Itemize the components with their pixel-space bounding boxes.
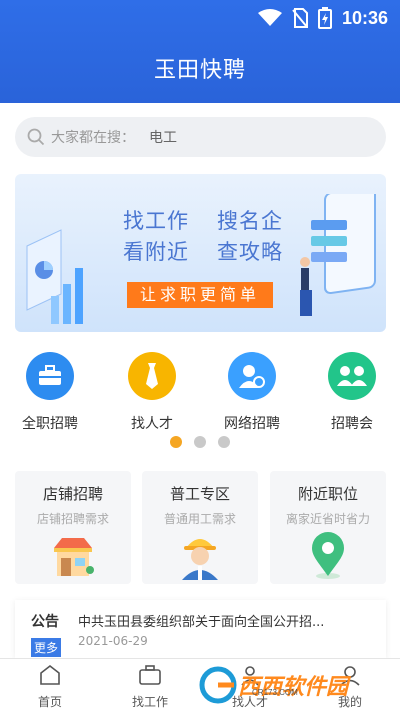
location-pin-icon — [312, 532, 344, 579]
app-header: 10:36 玉田快聘 — [0, 0, 400, 103]
card-shop-jobs[interactable]: 店铺招聘 店铺招聘需求 — [15, 471, 131, 584]
notice-title[interactable]: 中共玉田县委组织部关于面向全国公开招... — [78, 611, 378, 630]
card-subtitle: 离家近省时省力 — [285, 512, 370, 526]
tie-icon — [128, 352, 176, 400]
tab-label: 找工作 — [131, 695, 168, 709]
carousel-dots[interactable] — [0, 436, 400, 448]
tab-home[interactable]: 首页 — [0, 663, 100, 710]
banner-line2-left: 看附近 — [123, 240, 189, 264]
page-title: 玉田快聘 — [153, 58, 246, 83]
worker-icon — [182, 539, 218, 580]
briefcase-icon — [26, 352, 74, 400]
no-sim-icon — [292, 8, 308, 28]
page-dot-active[interactable] — [170, 436, 182, 448]
card-title: 普工专区 — [169, 485, 230, 503]
card-subtitle: 普通用工需求 — [163, 512, 236, 526]
page-dot[interactable] — [194, 436, 206, 448]
notice-date: 2021-06-29 — [78, 634, 148, 648]
person-network-icon — [228, 352, 276, 400]
card-subtitle: 店铺招聘需求 — [36, 512, 109, 526]
banner-cta: 让求职更简单 — [127, 282, 273, 308]
card-general-labor[interactable]: 普工专区 普通用工需求 — [142, 471, 258, 584]
briefcase-icon — [139, 665, 161, 685]
page-dot[interactable] — [218, 436, 230, 448]
nav-label: 找人才 — [131, 416, 173, 432]
wifi-icon — [257, 9, 282, 26]
nav-jobfair[interactable]: 招聘会 — [312, 352, 392, 433]
status-bar: 10:36 — [257, 6, 388, 30]
nav-talent[interactable]: 找人才 — [112, 352, 192, 433]
more-button[interactable]: 更多 — [31, 638, 62, 657]
banner-line1-left: 找工作 — [123, 209, 189, 233]
card-nearby-jobs[interactable]: 附近职位 离家近省时省力 — [270, 471, 386, 584]
banner-line1-right: 搜名企 — [217, 209, 283, 233]
search-icon — [27, 128, 45, 146]
crowd-icon — [328, 352, 376, 400]
search-suggestion[interactable]: 电工 — [149, 127, 177, 147]
tab-label: 首页 — [37, 695, 62, 709]
nav-online[interactable]: 网络招聘 — [212, 352, 292, 433]
nav-label: 招聘会 — [331, 416, 373, 432]
phone-illustration — [300, 194, 376, 316]
card-title: 店铺招聘 — [42, 485, 103, 503]
clock: 10:36 — [341, 7, 388, 28]
search-hint: 大家都在搜： — [51, 130, 135, 146]
shop-icon — [54, 538, 94, 576]
card-title: 附近职位 — [297, 485, 358, 503]
nav-label: 全职招聘 — [22, 416, 78, 432]
search-bar[interactable]: 大家都在搜： 电工 — [15, 117, 386, 157]
watermark-logo-icon — [199, 666, 237, 704]
promo-banner[interactable]: 找工作 搜名企 看附近 查攻略 让求职更简单 — [15, 174, 386, 332]
nav-label: 网络招聘 — [224, 416, 280, 432]
announcement-bar[interactable]: 公告 更多 中共玉田县委组织部关于面向全国公开招... 2021-06-29 — [15, 600, 386, 658]
home-icon — [40, 664, 60, 685]
nav-fulltime[interactable]: 全职招聘 — [10, 352, 90, 433]
tab-find-job[interactable]: 找工作 — [100, 663, 200, 710]
notice-tag: 公告 — [31, 614, 59, 630]
battery-charging-icon — [317, 7, 332, 29]
watermark-sub: CR173.COM — [252, 687, 298, 697]
banner-line2-right: 查攻略 — [217, 240, 283, 264]
site-watermark: 西西软件园 CR173.COM — [198, 664, 394, 706]
category-nav: 全职招聘 找人才 网络招聘 招聘会 — [0, 352, 400, 432]
chart-illustration — [26, 229, 83, 324]
